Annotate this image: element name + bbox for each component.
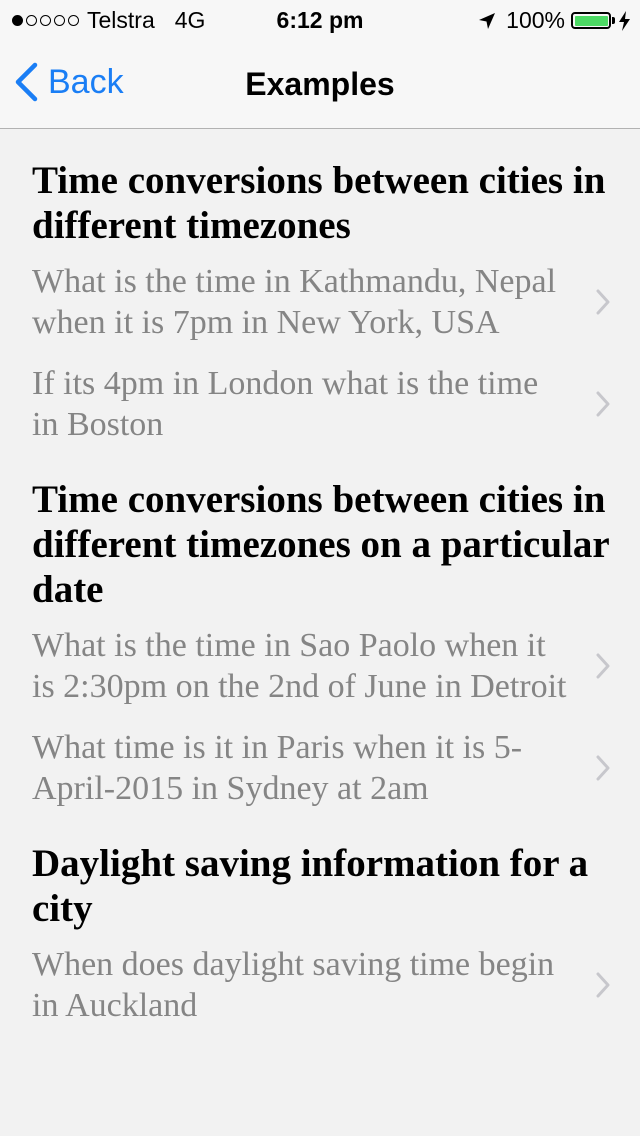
section-date-conversion: Time conversions between cities in diffe… <box>0 445 640 809</box>
chevron-right-icon <box>596 972 610 998</box>
chevron-right-icon <box>596 289 610 315</box>
example-text: When does daylight saving time begin in … <box>32 946 555 1024</box>
example-item[interactable]: If its 4pm in London what is the time in… <box>32 363 640 445</box>
chevron-right-icon <box>596 391 610 417</box>
example-text: What time is it in Paris when it is 5-Ap… <box>32 729 523 807</box>
section-timezone-conversion: Time conversions between cities in diffe… <box>0 129 640 445</box>
section-title: Daylight saving information for a city <box>32 842 589 930</box>
example-item[interactable]: When does daylight saving time begin in … <box>32 944 640 1026</box>
example-text: What is the time in Sao Paolo when it is… <box>32 627 567 705</box>
status-bar: Telstra 4G 6:12 pm 100% <box>0 0 640 40</box>
section-title: Time conversions between cities in diffe… <box>32 159 606 247</box>
section-title: Time conversions between cities in diffe… <box>32 478 609 611</box>
chevron-right-icon <box>596 755 610 781</box>
example-item[interactable]: What is the time in Sao Paolo when it is… <box>32 625 640 707</box>
examples-list: Time conversions between cities in diffe… <box>0 129 640 1136</box>
location-arrow-icon <box>478 12 496 30</box>
example-item[interactable]: What time is it in Paris when it is 5-Ap… <box>32 727 640 809</box>
charging-bolt-icon <box>619 10 630 31</box>
navigation-bar: Back Examples <box>0 40 640 129</box>
example-item[interactable]: What is the time in Kathmandu, Nepal whe… <box>32 261 640 343</box>
status-right: 100% <box>478 7 630 34</box>
battery-percent: 100% <box>506 7 565 33</box>
section-daylight-saving: Daylight saving information for a city W… <box>0 809 640 1026</box>
battery-icon <box>571 12 611 29</box>
page-title: Examples <box>245 66 395 102</box>
example-text: What is the time in Kathmandu, Nepal whe… <box>32 263 557 341</box>
chevron-right-icon <box>596 653 610 679</box>
example-text: If its 4pm in London what is the time in… <box>32 365 539 443</box>
